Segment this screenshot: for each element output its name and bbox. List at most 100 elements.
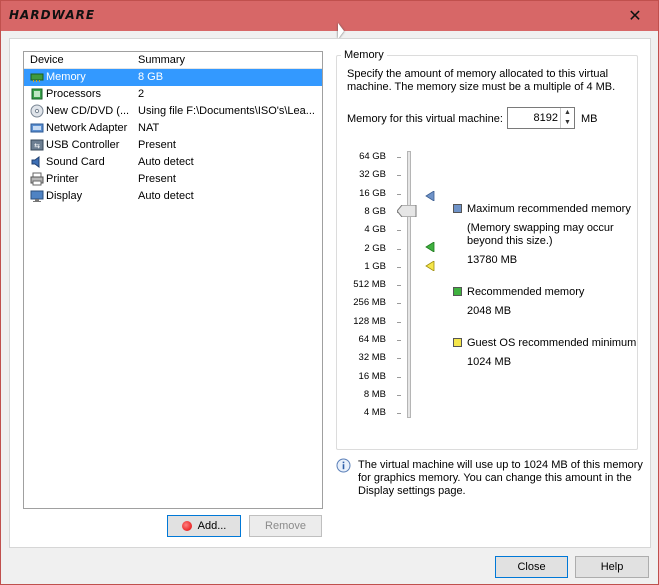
memory-scale-label: 16 GB: [359, 187, 386, 199]
network-adapter-icon: [30, 121, 44, 135]
help-button[interactable]: Help: [575, 556, 649, 578]
device-name: Sound Card: [46, 156, 105, 168]
memory-field-label: Memory for this virtual machine:: [347, 113, 503, 125]
memory-scale-tick: [397, 340, 401, 341]
guest-minimum-marker-icon: [425, 261, 435, 271]
device-summary: Present: [138, 173, 176, 185]
memory-size-stepper[interactable]: ▲ ▼: [507, 107, 575, 129]
memory-scale-label: 512 MB: [353, 279, 386, 291]
memory-scale-tick: [397, 157, 401, 158]
memory-scale-label: 2 GB: [364, 242, 386, 254]
device-row-memory[interactable]: Memory 8 GB: [24, 69, 322, 86]
device-name: Printer: [46, 173, 79, 185]
close-window-icon[interactable]: ✕: [612, 1, 658, 31]
memory-scale-label: 32 GB: [359, 169, 386, 181]
memory-scale-tick: [397, 394, 401, 396]
memory-description: Specify the amount of memory allocated t…: [347, 68, 616, 93]
increment-arrow-icon[interactable]: ▲: [560, 108, 574, 118]
add-device-button[interactable]: Add...: [167, 515, 241, 537]
memory-icon: [30, 70, 44, 84]
memory-scale-label: 128 MB: [353, 315, 386, 327]
title-bar: HARDWARE ✕: [1, 1, 658, 31]
device-summary: NAT: [138, 122, 160, 134]
memory-group-label: Memory: [341, 49, 387, 61]
device-summary: Auto detect: [138, 156, 194, 168]
column-header-summary[interactable]: Summary: [138, 54, 185, 66]
guest-minimum-value: 1024 MB: [467, 356, 512, 368]
guest-minimum-swatch: [453, 338, 462, 347]
memory-scale-tick: [397, 266, 401, 268]
memory-scale-label: 8 MB: [363, 388, 386, 400]
memory-slider-thumb[interactable]: [397, 205, 417, 217]
memory-scale-tick: [397, 303, 401, 305]
memory-scale-label: 64 GB: [359, 151, 386, 162]
recommended-value: 2048 MB: [467, 305, 512, 317]
sound-card-icon: [30, 155, 44, 169]
device-name: Processors: [46, 88, 102, 100]
device-row-processor[interactable]: Processors 2: [24, 86, 322, 103]
device-summary: 8 GB: [138, 71, 164, 83]
device-name: Network Adapter: [46, 122, 128, 134]
device-list-header: Device Summary: [24, 52, 322, 69]
device-row-sound-card[interactable]: Sound Card Auto detect: [24, 154, 322, 171]
memory-scale-tick: [397, 321, 401, 323]
memory-scale-label: 256 MB: [353, 297, 386, 309]
memory-unit-label: MB: [581, 113, 598, 125]
memory-scale-label: 16 MB: [358, 370, 386, 382]
memory-scale-tick: [397, 248, 401, 250]
device-row-usb[interactable]: ⇆ USB Controller Present: [24, 137, 322, 154]
max-recommended-note: (Memory swapping may occur beyond this s…: [467, 222, 614, 247]
memory-scale-tick: [397, 230, 401, 232]
usb-icon: ⇆: [30, 138, 44, 152]
device-list[interactable]: Device Summary Memory 8 GB Processors 2 New …: [23, 51, 323, 509]
memory-scale-label: 32 MB: [358, 352, 386, 364]
device-name: New CD/DVD (...: [46, 105, 130, 117]
device-name: Display: [46, 190, 83, 202]
display-icon: [30, 189, 44, 203]
memory-size-input[interactable]: [508, 108, 560, 128]
column-header-device[interactable]: Device: [30, 54, 64, 66]
memory-scale-tick: [397, 285, 401, 287]
memory-slider-track[interactable]: [407, 151, 411, 418]
memory-scale-tick: [397, 358, 401, 360]
device-name: USB Controller: [46, 139, 120, 151]
device-row-network-adapter[interactable]: Network Adapter NAT: [24, 120, 322, 137]
info-icon: [336, 458, 351, 473]
device-row-display[interactable]: Display Auto detect: [24, 188, 322, 205]
remove-device-button[interactable]: Remove: [249, 515, 322, 537]
max-recommended-label: Maximum recommended memory: [467, 203, 631, 215]
memory-scale-label: 8 GB: [364, 205, 386, 217]
memory-scale-tick: [397, 376, 401, 378]
device-summary: Auto detect: [138, 190, 194, 202]
printer-icon: [30, 172, 44, 186]
close-button[interactable]: Close: [495, 556, 568, 578]
memory-scale-label: 4 GB: [364, 224, 386, 236]
memory-scale-label: 64 MB: [358, 334, 386, 345]
memory-scale-tick: [397, 193, 401, 195]
graphics-memory-info: The virtual machine will use up to 1024 …: [358, 459, 643, 497]
device-summary: Using file F:\Documents\ISO's\Lea...: [138, 105, 315, 117]
device-summary: 2: [138, 88, 145, 100]
mouse-cursor-icon: [338, 23, 344, 39]
memory-scale-label: 4 MB: [363, 407, 386, 419]
add-icon: [182, 521, 192, 531]
max-recommended-swatch: [453, 204, 462, 213]
device-row-cd-dvd[interactable]: New CD/DVD (... Using file F:\Documents\I…: [24, 103, 322, 120]
memory-scale-tick: [397, 175, 401, 177]
device-name: Memory: [46, 71, 86, 83]
max-recommended-marker-icon: [425, 191, 435, 201]
decrement-arrow-icon[interactable]: ▼: [560, 118, 574, 128]
svg-text:⇆: ⇆: [34, 143, 40, 150]
device-row-printer[interactable]: Printer Present: [24, 171, 322, 188]
cd-dvd-icon: [30, 104, 44, 118]
device-summary: Present: [138, 139, 176, 151]
recommended-swatch: [453, 287, 462, 296]
recommended-marker-icon: [425, 242, 435, 252]
max-recommended-value: 13780 MB: [467, 254, 518, 266]
hardware-dialog: HARDWARE ✕ Device Summary Memory 8 GB Proc…: [0, 0, 659, 585]
recommended-label: Recommended memory: [467, 286, 585, 298]
guest-minimum-label: Guest OS recommended minimum: [467, 337, 637, 349]
memory-scale-tick: [397, 413, 401, 415]
window-title: HARDWARE: [9, 8, 96, 22]
memory-scale-label: 1 GB: [364, 260, 386, 272]
